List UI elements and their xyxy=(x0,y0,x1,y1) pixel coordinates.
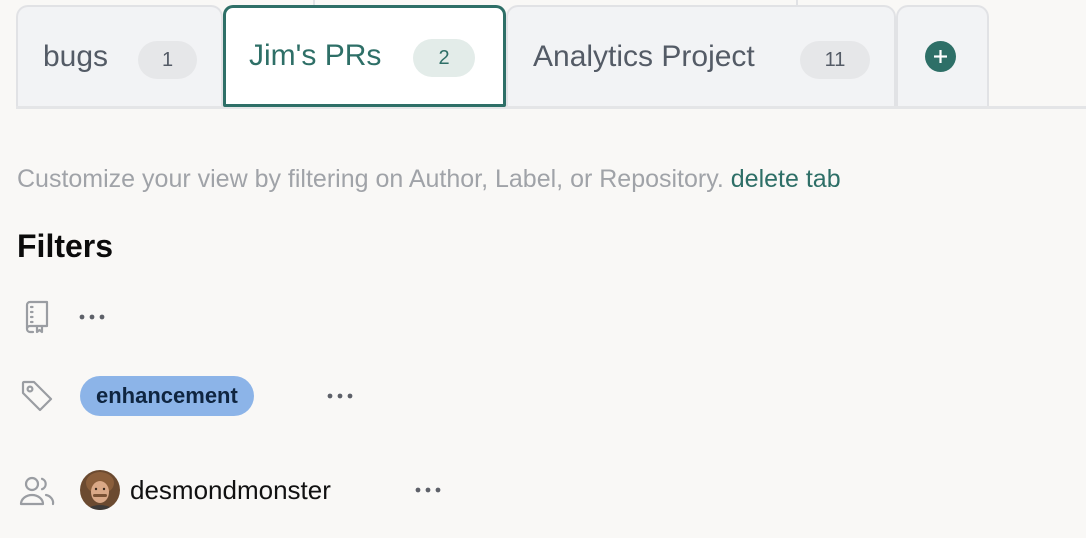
repository-icon xyxy=(17,297,57,337)
label-filter-row: enhancement xyxy=(17,376,397,416)
tab-label: Analytics Project xyxy=(533,39,755,73)
ellipsis-icon xyxy=(79,314,105,320)
repository-filter-row xyxy=(17,297,137,337)
tab-analytics-project[interactable]: Analytics Project 11 xyxy=(506,5,896,106)
ellipsis-icon xyxy=(415,487,441,493)
label-filter-more-button[interactable] xyxy=(320,376,360,416)
view-description: Customize your view by filtering on Auth… xyxy=(17,165,841,194)
plus-circle-icon xyxy=(925,41,956,72)
author-filter-more-button[interactable] xyxy=(408,470,448,510)
tab-jims-prs[interactable]: Jim's PRs 2 xyxy=(223,5,506,107)
tab-bugs[interactable]: bugs 1 xyxy=(16,5,223,106)
people-icon xyxy=(17,470,57,510)
tab-count-badge: 11 xyxy=(800,41,870,79)
tab-label: Jim's PRs xyxy=(249,39,382,72)
ellipsis-icon xyxy=(327,393,353,399)
author-username[interactable]: desmondmonster xyxy=(130,470,331,510)
author-filter-row: desmondmonster xyxy=(17,470,477,510)
avatar xyxy=(80,470,120,510)
tab-label: bugs xyxy=(43,39,109,73)
filters-heading: Filters xyxy=(17,228,114,264)
tab-bar: bugs 1 Jim's PRs 2 Analytics Project 11 xyxy=(16,0,1086,109)
label-chip-enhancement[interactable]: enhancement xyxy=(80,376,254,416)
delete-tab-link[interactable]: delete tab xyxy=(731,165,841,193)
tab-count-badge: 1 xyxy=(138,41,197,79)
add-tab-button[interactable] xyxy=(896,5,989,106)
repository-filter-more-button[interactable] xyxy=(72,297,112,337)
tab-count-badge: 2 xyxy=(413,39,475,77)
description-text: Customize your view by filtering on Auth… xyxy=(17,165,724,193)
tab-bar-divider xyxy=(16,106,1086,109)
tag-icon xyxy=(17,376,57,416)
